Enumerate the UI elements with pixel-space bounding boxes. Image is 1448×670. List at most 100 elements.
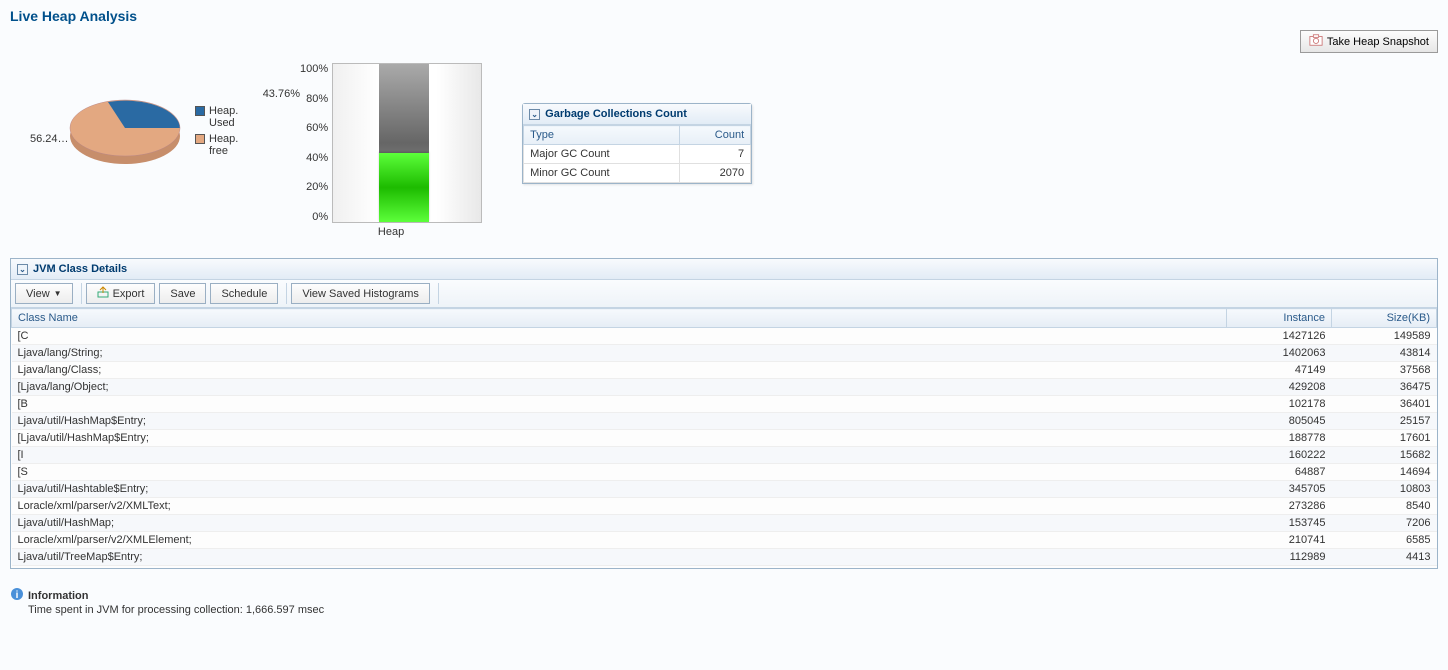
class-name-cell: [B	[12, 396, 1227, 413]
svg-text:i: i	[16, 590, 19, 601]
size-cell: 7206	[1332, 515, 1437, 532]
size-cell: 37568	[1332, 362, 1437, 379]
info-icon: i	[10, 587, 24, 604]
size-cell: 36401	[1332, 396, 1437, 413]
size-cell: 6585	[1332, 532, 1437, 549]
export-icon	[97, 286, 109, 301]
pie-used-label: 43.76%	[263, 88, 300, 100]
size-cell: 36475	[1332, 379, 1437, 396]
table-row[interactable]: Ljava/util/HashMap;1537457206	[12, 515, 1437, 532]
export-label: Export	[113, 288, 145, 300]
class-name-cell: [I	[12, 447, 1227, 464]
gc-type-cell: Major GC Count	[524, 145, 680, 164]
separator	[438, 283, 439, 304]
instance-cell: 102178	[1227, 396, 1332, 413]
axis-tick: 0%	[300, 211, 328, 223]
class-name-cell: Ljava/util/HashMap$Entry;	[12, 413, 1227, 430]
table-row[interactable]: Ljava/util/TreeMap$Entry;1129894413	[12, 549, 1437, 566]
table-row: Minor GC Count2070	[524, 164, 751, 183]
size-cell: 4390	[1332, 566, 1437, 569]
collapse-icon[interactable]: ⌄	[529, 109, 540, 120]
size-cell: 10803	[1332, 481, 1437, 498]
table-row[interactable]: [B10217836401	[12, 396, 1437, 413]
camera-icon	[1309, 33, 1323, 50]
info-text: Time spent in JVM for processing collect…	[28, 604, 1438, 616]
table-row[interactable]: Ljava/util/Hashtable$Entry;34570510803	[12, 481, 1437, 498]
table-row[interactable]: Ljava/lang/Class;4714937568	[12, 362, 1437, 379]
info-title: Information	[28, 590, 89, 602]
legend-heap-free: Heap. free	[195, 133, 238, 157]
separator	[81, 283, 82, 304]
size-cell: 14694	[1332, 464, 1437, 481]
swatch-used	[195, 106, 205, 116]
size-cell: 17601	[1332, 430, 1437, 447]
instance-cell: 112395	[1227, 566, 1332, 569]
class-name-cell: Ljava/util/Hashtable$Entry;	[12, 481, 1227, 498]
instance-cell: 64887	[1227, 464, 1332, 481]
size-cell: 8540	[1332, 498, 1437, 515]
class-name-cell: Ljava/lang/String;	[12, 345, 1227, 362]
table-row[interactable]: [I16022215682	[12, 447, 1437, 464]
table-row[interactable]: [S6488714694	[12, 464, 1437, 481]
instance-cell: 1402063	[1227, 345, 1332, 362]
legend-heap-used: Heap. Used	[195, 105, 238, 129]
class-name-cell: Ljava/util/TreeMap$Entry;	[12, 549, 1227, 566]
table-row[interactable]: Ljava/lang/String;140206343814	[12, 345, 1437, 362]
table-row[interactable]: Ljava/util/LinkedHashMap$Entry;112395439…	[12, 566, 1437, 569]
axis-tick: 20%	[300, 181, 328, 193]
table-row: Major GC Count7	[524, 145, 751, 164]
class-name-cell: Loracle/xml/parser/v2/XMLElement;	[12, 532, 1227, 549]
instance-cell: 188778	[1227, 430, 1332, 447]
table-row[interactable]: [Ljava/lang/Object;42920836475	[12, 379, 1437, 396]
heap-pie-chart: 56.24… 43.76% Heap. Used Heap. free	[60, 63, 260, 203]
table-row[interactable]: Loracle/xml/parser/v2/XMLElement;2107416…	[12, 532, 1437, 549]
instance-cell: 160222	[1227, 447, 1332, 464]
save-button[interactable]: Save	[159, 283, 206, 304]
gc-count-cell: 7	[679, 145, 750, 164]
schedule-button[interactable]: Schedule	[210, 283, 278, 304]
instance-cell: 805045	[1227, 413, 1332, 430]
export-button[interactable]: Export	[86, 283, 156, 304]
bar-used	[379, 153, 429, 222]
table-row[interactable]: Loracle/xml/parser/v2/XMLText;2732868540	[12, 498, 1437, 515]
caret-down-icon: ▼	[54, 289, 62, 298]
pie-free-label: 56.24…	[30, 133, 69, 145]
instance-cell: 345705	[1227, 481, 1332, 498]
instance-cell: 153745	[1227, 515, 1332, 532]
collapse-icon[interactable]: ⌄	[17, 264, 28, 275]
instance-cell: 210741	[1227, 532, 1332, 549]
gc-col-count[interactable]: Count	[679, 126, 750, 145]
pie-icon	[60, 88, 190, 178]
jvm-class-details-panel: ⌄ JVM Class Details View ▼ Export Save S…	[10, 258, 1438, 569]
instance-cell: 429208	[1227, 379, 1332, 396]
gc-count-cell: 2070	[679, 164, 750, 183]
gc-count-panel: ⌄ Garbage Collections Count Type Count M…	[522, 103, 752, 184]
gc-col-type[interactable]: Type	[524, 126, 680, 145]
class-name-cell: Ljava/util/LinkedHashMap$Entry;	[12, 566, 1227, 569]
col-class-name[interactable]: Class Name	[12, 309, 1227, 328]
bar-x-label: Heap	[300, 226, 482, 238]
legend-free-label: Heap. free	[209, 133, 238, 157]
gc-type-cell: Minor GC Count	[524, 164, 680, 183]
table-row[interactable]: [Ljava/util/HashMap$Entry;18877817601	[12, 430, 1437, 447]
view-saved-histograms-button[interactable]: View Saved Histograms	[291, 283, 430, 304]
axis-tick: 100%	[300, 63, 328, 75]
table-row[interactable]: [C1427126149589	[12, 328, 1437, 345]
heap-bar-chart: 100%80%60%40%20%0% Heap	[300, 63, 482, 238]
class-table-scroll[interactable]: Class Name Instance Size(KB) [C142712614…	[11, 308, 1437, 568]
class-name-cell: Loracle/xml/parser/v2/XMLText;	[12, 498, 1227, 515]
jvm-toolbar: View ▼ Export Save Schedule View Saved H…	[11, 280, 1437, 308]
take-heap-snapshot-button[interactable]: Take Heap Snapshot	[1300, 30, 1438, 53]
col-size[interactable]: Size(KB)	[1332, 309, 1437, 328]
table-row[interactable]: Ljava/util/HashMap$Entry;80504525157	[12, 413, 1437, 430]
col-instance[interactable]: Instance	[1227, 309, 1332, 328]
gc-panel-title: Garbage Collections Count	[545, 108, 687, 120]
instance-cell: 47149	[1227, 362, 1332, 379]
class-name-cell: Ljava/lang/Class;	[12, 362, 1227, 379]
jvm-panel-title: JVM Class Details	[33, 263, 127, 275]
swatch-free	[195, 134, 205, 144]
size-cell: 15682	[1332, 447, 1437, 464]
view-menu-button[interactable]: View ▼	[15, 283, 73, 304]
size-cell: 43814	[1332, 345, 1437, 362]
class-name-cell: [Ljava/lang/Object;	[12, 379, 1227, 396]
